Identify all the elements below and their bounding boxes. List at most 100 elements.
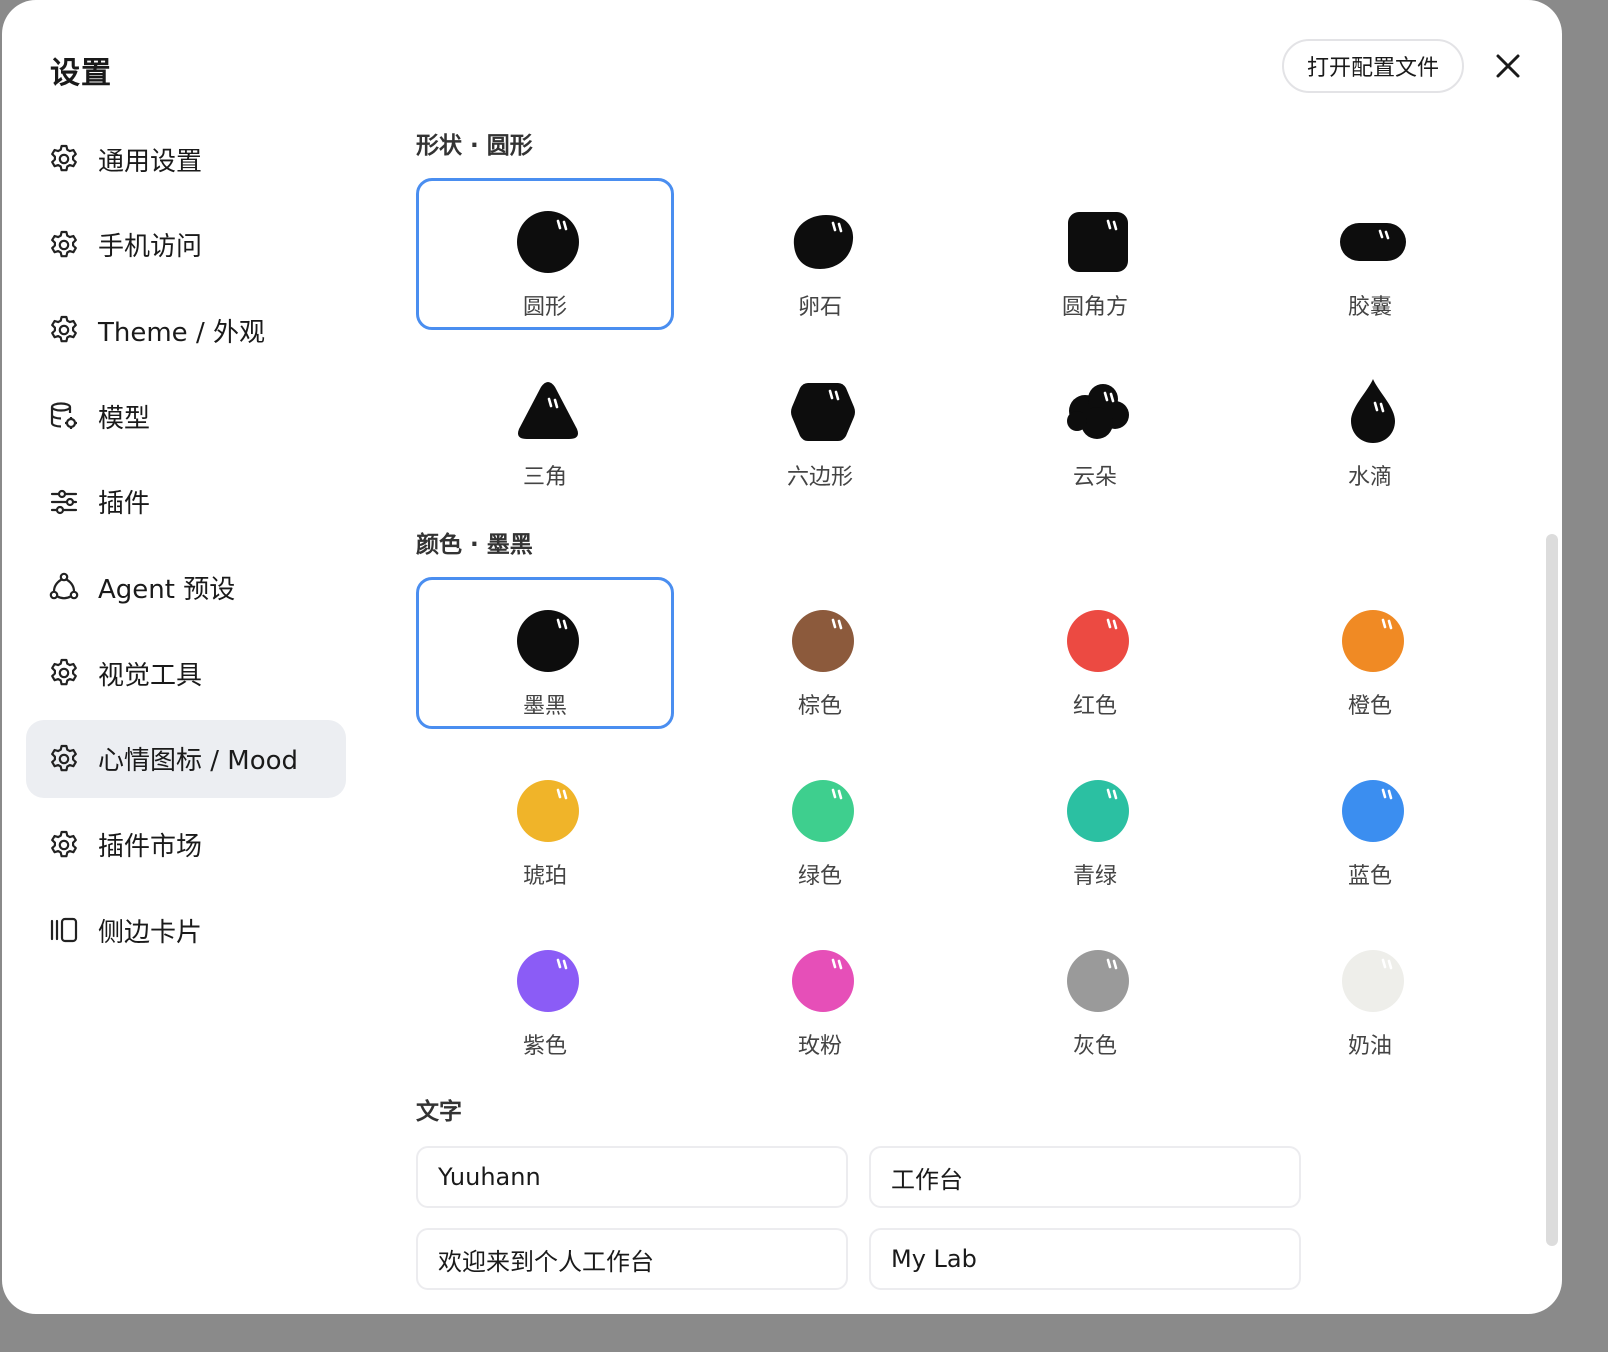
shape-option-rounded-square[interactable]: 圆角方 — [966, 178, 1224, 330]
tile-label: 奶油 — [1347, 1034, 1392, 1059]
shape-option-capsule[interactable]: 胶囊 — [1241, 178, 1499, 330]
tile-label: 卵石 — [797, 295, 842, 320]
sidebar-item-label: 插件市场 — [98, 832, 203, 862]
sidebar-item-plugins[interactable]: 插件 — [26, 463, 346, 541]
database-gear-icon — [48, 400, 80, 432]
side-cards-icon — [48, 914, 80, 946]
open-config-button[interactable]: 打开配置文件 — [1282, 39, 1464, 93]
sidebar-item-label: 视觉工具 — [98, 660, 203, 691]
swatch-fill — [1067, 780, 1129, 842]
color-swatch — [1063, 776, 1133, 846]
shape-option-pebble[interactable]: 卵石 — [691, 178, 949, 330]
name-input[interactable] — [416, 1146, 848, 1208]
tile-label: 墨黑 — [522, 694, 567, 719]
color-option-orange[interactable]: 橙色 — [1241, 577, 1499, 729]
color-swatch — [513, 946, 583, 1016]
swatch-fill — [1067, 950, 1129, 1012]
sidebar-item-label: 手机访问 — [98, 232, 203, 263]
sidebar-item-models[interactable]: 模型 — [26, 377, 346, 455]
tile-label: 玫粉 — [797, 1034, 842, 1059]
gear-icon — [48, 143, 80, 175]
close-button[interactable] — [1488, 46, 1528, 86]
shape-option-hexagon[interactable]: 六边形 — [691, 348, 949, 500]
tile-label: 水滴 — [1347, 465, 1392, 490]
sidebar-item-plugin-market[interactable]: 插件市场 — [26, 806, 346, 884]
color-swatch — [513, 776, 583, 846]
sidebar-item-label: 心情图标 / Mood — [98, 746, 299, 777]
color-swatch — [788, 606, 858, 676]
swatch-fill — [1342, 780, 1404, 842]
settings-dialog: 设置 打开配置文件 通用设置 手机访问 Theme / 外观 模型 插件 Age… — [2, 0, 1562, 1314]
shape-option-circle[interactable]: 圆形 — [416, 178, 674, 330]
tile-label: 圆形 — [522, 295, 567, 320]
drop-shape-icon — [1338, 377, 1408, 447]
swatch-fill — [1342, 610, 1404, 672]
sidebar-item-vision-tools[interactable]: 视觉工具 — [26, 634, 346, 712]
circle-shape-icon — [513, 207, 583, 277]
gear-icon — [48, 743, 80, 775]
swatch-fill — [792, 950, 854, 1012]
tile-label: 棕色 — [797, 694, 842, 719]
color-swatch — [1063, 946, 1133, 1016]
swatch-fill — [792, 610, 854, 672]
sidebar-item-label: 插件 — [98, 489, 151, 520]
color-swatch — [1338, 606, 1408, 676]
color-option-brown[interactable]: 棕色 — [691, 577, 949, 729]
swatch-fill — [517, 610, 579, 672]
hexagon-shape-icon — [788, 377, 858, 447]
tile-label: 橙色 — [1347, 694, 1392, 719]
color-option-green[interactable]: 绿色 — [691, 747, 949, 899]
workspace-title-input[interactable] — [869, 1146, 1301, 1208]
dialog-title: 设置 — [50, 56, 112, 91]
tile-label: 紫色 — [522, 1034, 567, 1059]
gear-icon — [48, 657, 80, 689]
swatch-fill — [1067, 610, 1129, 672]
shape-option-cloud[interactable]: 云朵 — [966, 348, 1224, 500]
tile-label: 红色 — [1072, 694, 1117, 719]
sidebar-item-agent-presets[interactable]: Agent 预设 — [26, 548, 346, 626]
tile-label: 圆角方 — [1061, 295, 1128, 320]
color-option-purple[interactable]: 紫色 — [416, 917, 674, 1069]
color-option-blue[interactable]: 蓝色 — [1241, 747, 1499, 899]
sidebar-item-label: Theme / 外观 — [98, 317, 265, 348]
tile-label: 胶囊 — [1347, 295, 1392, 320]
color-swatch — [788, 946, 858, 1016]
color-swatch — [1063, 606, 1133, 676]
color-option-gray[interactable]: 灰色 — [966, 917, 1224, 1069]
gear-icon — [48, 829, 80, 861]
sliders-icon — [48, 486, 80, 518]
color-option-red[interactable]: 红色 — [966, 577, 1224, 729]
color-swatch — [1338, 776, 1408, 846]
tile-label: 六边形 — [786, 465, 853, 490]
tile-label: 琥珀 — [522, 864, 567, 889]
sidebar-item-mobile-access[interactable]: 手机访问 — [26, 206, 346, 284]
sidebar-item-mood[interactable]: 心情图标 / Mood — [26, 719, 346, 798]
triangle-shape-icon — [513, 377, 583, 447]
welcome-text-input[interactable] — [416, 1228, 848, 1290]
swatch-fill — [1342, 950, 1404, 1012]
color-swatch — [513, 606, 583, 676]
color-option-amber[interactable]: 琥珀 — [416, 747, 674, 899]
sidebar-item-general[interactable]: 通用设置 — [26, 120, 346, 198]
color-option-ink-black[interactable]: 墨黑 — [416, 577, 674, 729]
swatch-fill — [792, 780, 854, 842]
scrollbar-thumb[interactable] — [1546, 534, 1558, 1246]
color-option-cream[interactable]: 奶油 — [1241, 917, 1499, 1069]
close-icon — [1488, 46, 1528, 86]
tile-label: 灰色 — [1072, 1034, 1117, 1059]
sidebar-item-theme[interactable]: Theme / 外观 — [26, 291, 346, 369]
shape-option-triangle[interactable]: 三角 — [416, 348, 674, 500]
shape-option-drop[interactable]: 水滴 — [1241, 348, 1499, 500]
tile-label: 云朵 — [1072, 465, 1117, 490]
capsule-shape-icon — [1338, 207, 1408, 277]
sidebar-item-side-cards[interactable]: 侧边卡片 — [26, 891, 346, 969]
tile-label: 青绿 — [1072, 864, 1117, 889]
shape-section-title: 形状 · 圆形 — [416, 133, 533, 159]
pebble-shape-icon — [788, 207, 858, 277]
color-option-rose-pink[interactable]: 玫粉 — [691, 917, 949, 1069]
text-section-title: 文字 — [416, 1099, 462, 1125]
lab-name-input[interactable] — [869, 1228, 1301, 1290]
color-option-teal[interactable]: 青绿 — [966, 747, 1224, 899]
tile-label: 蓝色 — [1347, 864, 1392, 889]
swatch-fill — [517, 950, 579, 1012]
